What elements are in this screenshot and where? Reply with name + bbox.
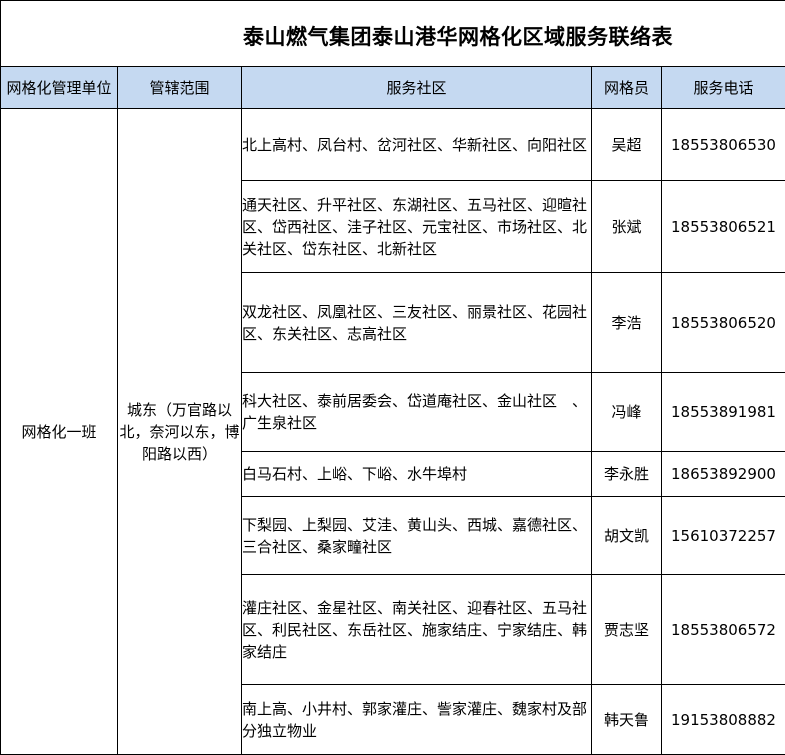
member-cell: 吴超	[592, 109, 662, 181]
member-cell: 李永胜	[592, 452, 662, 497]
range-cell: 城东（万官路以北，奈河以东，博阳路以西）	[118, 109, 242, 755]
phone-cell: 18553806521	[662, 181, 785, 273]
table-row: 网格化一班 城东（万官路以北，奈河以东，博阳路以西） 北上高村、凤台村、岔河社区…	[1, 109, 785, 181]
phone-cell: 19153808882	[662, 685, 785, 755]
phone-cell: 15610372257	[662, 497, 785, 575]
community-cell: 北上高村、凤台村、岔河社区、华新社区、向阳社区	[242, 109, 592, 181]
member-cell: 李浩	[592, 273, 662, 373]
phone-cell: 18553806520	[662, 273, 785, 373]
member-cell: 张斌	[592, 181, 662, 273]
header-unit: 网格化管理单位	[1, 67, 118, 109]
member-cell: 韩天鲁	[592, 685, 662, 755]
member-cell: 贾志坚	[592, 575, 662, 685]
phone-cell: 18553806572	[662, 575, 785, 685]
community-cell: 科大社区、泰前居委会、岱道庵社区、金山社区 、广生泉社区	[242, 373, 592, 452]
community-cell: 下梨园、上梨园、艾洼、黄山头、西城、嘉德社区、三合社区、桑家疃社区	[242, 497, 592, 575]
phone-cell: 18553891981	[662, 373, 785, 452]
member-cell: 胡文凯	[592, 497, 662, 575]
title-bar: 泰山燃气集团泰山港华网格化区域服务联络表	[0, 0, 785, 66]
service-table: 网格化管理单位 管辖范围 服务社区 网格员 服务电话 网格化一班 城东（万官路以…	[0, 66, 785, 755]
header-phone: 服务电话	[662, 67, 785, 109]
community-cell: 南上高、小井村、郭家灌庄、訾家灌庄、魏家村及部分独立物业	[242, 685, 592, 755]
header-range: 管辖范围	[118, 67, 242, 109]
page-title: 泰山燃气集团泰山港华网格化区域服务联络表	[243, 21, 673, 51]
community-cell: 通天社区、升平社区、东湖社区、五马社区、迎暄社区、岱西社区、洼子社区、元宝社区、…	[242, 181, 592, 273]
phone-cell: 18653892900	[662, 452, 785, 497]
header-member: 网格员	[592, 67, 662, 109]
header-community: 服务社区	[242, 67, 592, 109]
community-cell: 灌庄社区、金星社区、南关社区、迎春社区、五马社区、利民社区、东岳社区、施家结庄、…	[242, 575, 592, 685]
community-cell: 双龙社区、凤凰社区、三友社区、丽景社区、花园社区、东关社区、志高社区	[242, 273, 592, 373]
unit-cell: 网格化一班	[1, 109, 118, 755]
header-row: 网格化管理单位 管辖范围 服务社区 网格员 服务电话	[1, 67, 785, 109]
member-cell: 冯峰	[592, 373, 662, 452]
phone-cell: 18553806530	[662, 109, 785, 181]
community-cell: 白马石村、上峪、下峪、水牛埠村	[242, 452, 592, 497]
